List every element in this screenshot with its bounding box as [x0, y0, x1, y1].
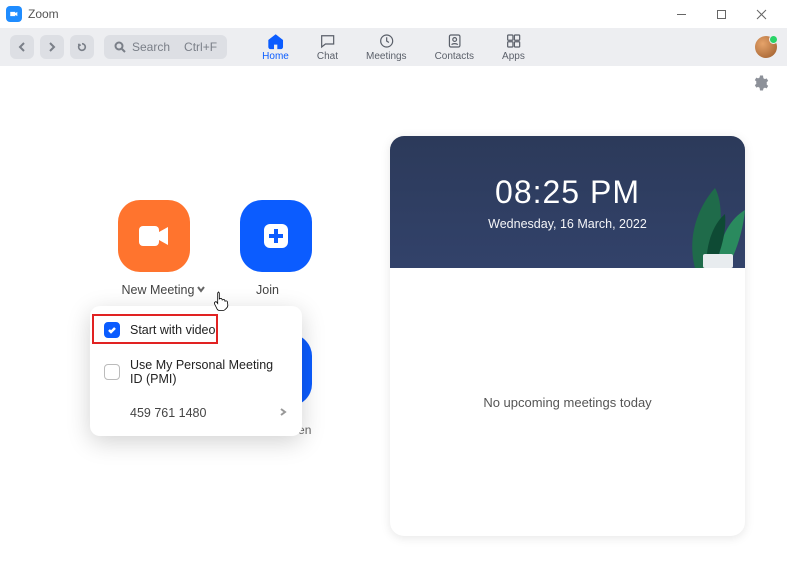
- checkbox-checked-icon: [104, 322, 120, 338]
- toolbar: Search Ctrl+F Home Chat Meetings Contact…: [0, 28, 787, 66]
- app-icon: [6, 6, 22, 22]
- tab-apps-label: Apps: [502, 51, 525, 62]
- nav-forward-button[interactable]: [40, 35, 64, 59]
- new-meeting-button[interactable]: [118, 200, 190, 272]
- search-placeholder: Search: [132, 40, 170, 54]
- nav-back-button[interactable]: [10, 35, 34, 59]
- tab-home[interactable]: Home: [262, 32, 289, 62]
- start-with-video-option[interactable]: Start with video: [90, 312, 302, 348]
- minimize-button[interactable]: [661, 0, 701, 28]
- pmi-number: 459 761 1480: [130, 406, 206, 420]
- titlebar: Zoom: [0, 0, 787, 28]
- tab-chat[interactable]: Chat: [317, 32, 338, 62]
- clock-time: 08:25 PM: [495, 174, 640, 211]
- panel-header: 08:25 PM Wednesday, 16 March, 2022: [390, 136, 745, 268]
- join-label: Join: [256, 283, 279, 297]
- apps-icon: [504, 32, 522, 50]
- chat-icon: [318, 32, 336, 50]
- search-icon: [114, 41, 126, 53]
- new-meeting-label: New Meeting: [122, 283, 195, 297]
- chevron-down-icon: [196, 283, 206, 297]
- cursor-pointer-icon: [213, 291, 229, 311]
- pmi-number-row[interactable]: 459 761 1480: [90, 396, 302, 430]
- tab-contacts[interactable]: Contacts: [435, 32, 474, 62]
- use-pmi-option[interactable]: Use My Personal Meeting ID (PMI): [90, 348, 302, 396]
- tab-meetings[interactable]: Meetings: [366, 32, 407, 62]
- home-icon: [267, 32, 285, 50]
- nav-history-button[interactable]: [70, 35, 94, 59]
- plant-decoration: [625, 136, 745, 268]
- upcoming-panel: 08:25 PM Wednesday, 16 March, 2022 No up…: [390, 136, 745, 536]
- nav-tabs: Home Chat Meetings Contacts Apps: [262, 28, 525, 66]
- video-icon: [137, 224, 171, 248]
- search-shortcut: Ctrl+F: [184, 40, 217, 54]
- clock-icon: [377, 32, 395, 50]
- avatar[interactable]: [755, 36, 777, 58]
- new-meeting-dropdown: Start with video Use My Personal Meeting…: [90, 306, 302, 436]
- search-input[interactable]: Search Ctrl+F: [104, 35, 227, 59]
- panel-body: No upcoming meetings today: [390, 268, 745, 536]
- plus-icon: [261, 221, 291, 251]
- contacts-icon: [445, 32, 463, 50]
- chevron-right-icon: [278, 406, 288, 420]
- tab-chat-label: Chat: [317, 51, 338, 62]
- tab-apps[interactable]: Apps: [502, 32, 525, 62]
- use-pmi-label: Use My Personal Meeting ID (PMI): [130, 358, 288, 386]
- clock-date: Wednesday, 16 March, 2022: [488, 217, 647, 231]
- start-with-video-label: Start with video: [130, 323, 215, 337]
- new-meeting-dropdown-trigger[interactable]: New Meeting: [118, 283, 210, 297]
- maximize-button[interactable]: [701, 0, 741, 28]
- tab-home-label: Home: [262, 51, 289, 62]
- tab-meetings-label: Meetings: [366, 51, 407, 62]
- main-area: New Meeting Join Schedule Share screen S…: [0, 66, 787, 564]
- close-button[interactable]: [741, 0, 781, 28]
- join-button[interactable]: [240, 200, 312, 272]
- app-title: Zoom: [28, 7, 59, 21]
- checkbox-unchecked-icon: [104, 364, 120, 380]
- tab-contacts-label: Contacts: [435, 51, 474, 62]
- empty-message: No upcoming meetings today: [483, 395, 651, 410]
